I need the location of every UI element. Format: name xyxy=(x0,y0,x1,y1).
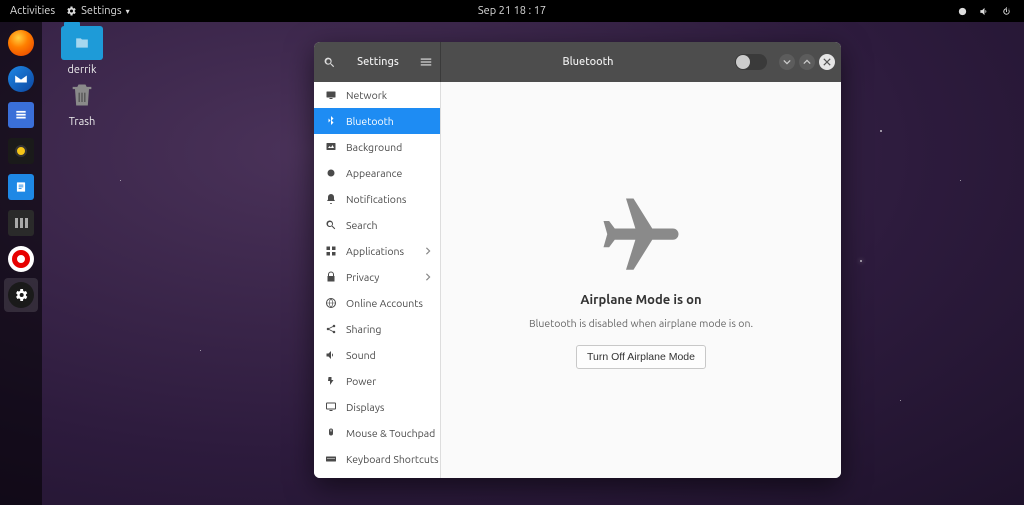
nav-bluetooth[interactable]: Bluetooth xyxy=(314,108,440,134)
nav-appearance[interactable]: Appearance xyxy=(314,160,440,186)
hamburger-icon xyxy=(419,55,433,69)
keyboard-icon xyxy=(324,452,338,466)
nav-printers[interactable]: Printers xyxy=(314,472,440,478)
dock-rhythmbox[interactable] xyxy=(4,134,38,168)
network-icon xyxy=(324,88,338,102)
rhythmbox-icon xyxy=(8,138,34,164)
desktop-folder-label: derrik xyxy=(52,64,112,76)
window-titlebar[interactable]: Settings Bluetooth xyxy=(314,42,841,82)
volume-icon[interactable] xyxy=(978,5,990,17)
settings-content: Airplane Mode is on Bluetooth is disable… xyxy=(441,82,841,478)
settings-sidebar: Network Bluetooth Background Appearance … xyxy=(314,82,441,478)
settings-icon xyxy=(8,282,34,308)
window-maximize-button[interactable] xyxy=(799,54,815,70)
close-icon xyxy=(823,58,831,66)
background-icon xyxy=(324,140,338,154)
display-icon xyxy=(324,400,338,414)
settings-window: Settings Bluetooth xyxy=(314,42,841,478)
dock-files[interactable] xyxy=(4,98,38,132)
help-icon xyxy=(8,246,34,272)
desktop-trash-label: Trash xyxy=(52,116,112,128)
airplane-icon xyxy=(586,191,696,281)
hamburger-button[interactable] xyxy=(412,55,440,69)
airplane-subtext: Bluetooth is disabled when airplane mode… xyxy=(529,317,753,329)
desktop-folder-derrik[interactable]: derrik xyxy=(52,26,112,76)
dropdown-arrow-icon: ▾ xyxy=(126,7,130,16)
nav-network[interactable]: Network xyxy=(314,82,440,108)
appearance-icon xyxy=(324,166,338,180)
nav-keyboard[interactable]: Keyboard Shortcuts xyxy=(314,446,440,472)
writer-icon xyxy=(8,174,34,200)
sidebar-title: Settings xyxy=(344,56,412,68)
chevron-right-icon xyxy=(424,245,432,257)
chevron-down-icon xyxy=(783,58,791,66)
nav-power[interactable]: Power xyxy=(314,368,440,394)
dock-thunderbird[interactable] xyxy=(4,62,38,96)
chevron-up-icon xyxy=(803,58,811,66)
app-menu-button[interactable]: Settings ▾ xyxy=(65,5,130,17)
nav-notifications[interactable]: Notifications xyxy=(314,186,440,212)
globe-icon xyxy=(324,296,338,310)
chevron-right-icon xyxy=(424,271,432,283)
content-title: Bluetooth xyxy=(441,56,735,68)
nav-applications[interactable]: Applications xyxy=(314,238,440,264)
sidebar-search-button[interactable] xyxy=(314,56,344,69)
dock-firefox[interactable] xyxy=(4,26,38,60)
nav-mouse[interactable]: Mouse & Touchpad xyxy=(314,420,440,446)
nav-sharing[interactable]: Sharing xyxy=(314,316,440,342)
dock-software[interactable] xyxy=(4,206,38,240)
applications-icon xyxy=(324,244,338,258)
gear-icon xyxy=(65,5,77,17)
nav-background[interactable]: Background xyxy=(314,134,440,160)
dock-libreoffice-writer[interactable] xyxy=(4,170,38,204)
dock-settings[interactable] xyxy=(4,278,38,312)
dock xyxy=(0,22,42,505)
bell-icon xyxy=(324,192,338,206)
app-menu-label: Settings xyxy=(81,5,122,17)
mouse-icon xyxy=(324,426,338,440)
airplane-heading: Airplane Mode is on xyxy=(580,293,701,307)
dock-help[interactable] xyxy=(4,242,38,276)
search-icon xyxy=(324,218,338,232)
desktop-trash[interactable]: Trash xyxy=(52,78,112,128)
top-bar: Activities Settings ▾ Sep 21 18 : 17 xyxy=(0,0,1024,22)
thunderbird-icon xyxy=(8,66,34,92)
trash-icon xyxy=(61,78,103,112)
firefox-icon xyxy=(8,30,34,56)
nav-privacy[interactable]: Privacy xyxy=(314,264,440,290)
share-icon xyxy=(324,322,338,336)
activities-button[interactable]: Activities xyxy=(10,5,55,17)
software-icon xyxy=(8,210,34,236)
power-icon[interactable] xyxy=(1000,5,1012,17)
clock[interactable]: Sep 21 18 : 17 xyxy=(478,5,546,17)
nav-online-accounts[interactable]: Online Accounts xyxy=(314,290,440,316)
notification-indicator-icon[interactable] xyxy=(956,5,968,17)
speaker-icon xyxy=(324,348,338,362)
nav-sound[interactable]: Sound xyxy=(314,342,440,368)
folder-icon xyxy=(61,26,103,60)
power-icon xyxy=(324,374,338,388)
nav-displays[interactable]: Displays xyxy=(314,394,440,420)
lock-icon xyxy=(324,270,338,284)
files-icon xyxy=(8,102,34,128)
bluetooth-icon xyxy=(324,114,338,128)
window-close-button[interactable] xyxy=(819,54,835,70)
nav-search[interactable]: Search xyxy=(314,212,440,238)
search-icon xyxy=(323,56,336,69)
turn-off-airplane-button[interactable]: Turn Off Airplane Mode xyxy=(576,345,706,369)
window-minimize-button[interactable] xyxy=(779,54,795,70)
bluetooth-toggle[interactable] xyxy=(735,54,767,70)
